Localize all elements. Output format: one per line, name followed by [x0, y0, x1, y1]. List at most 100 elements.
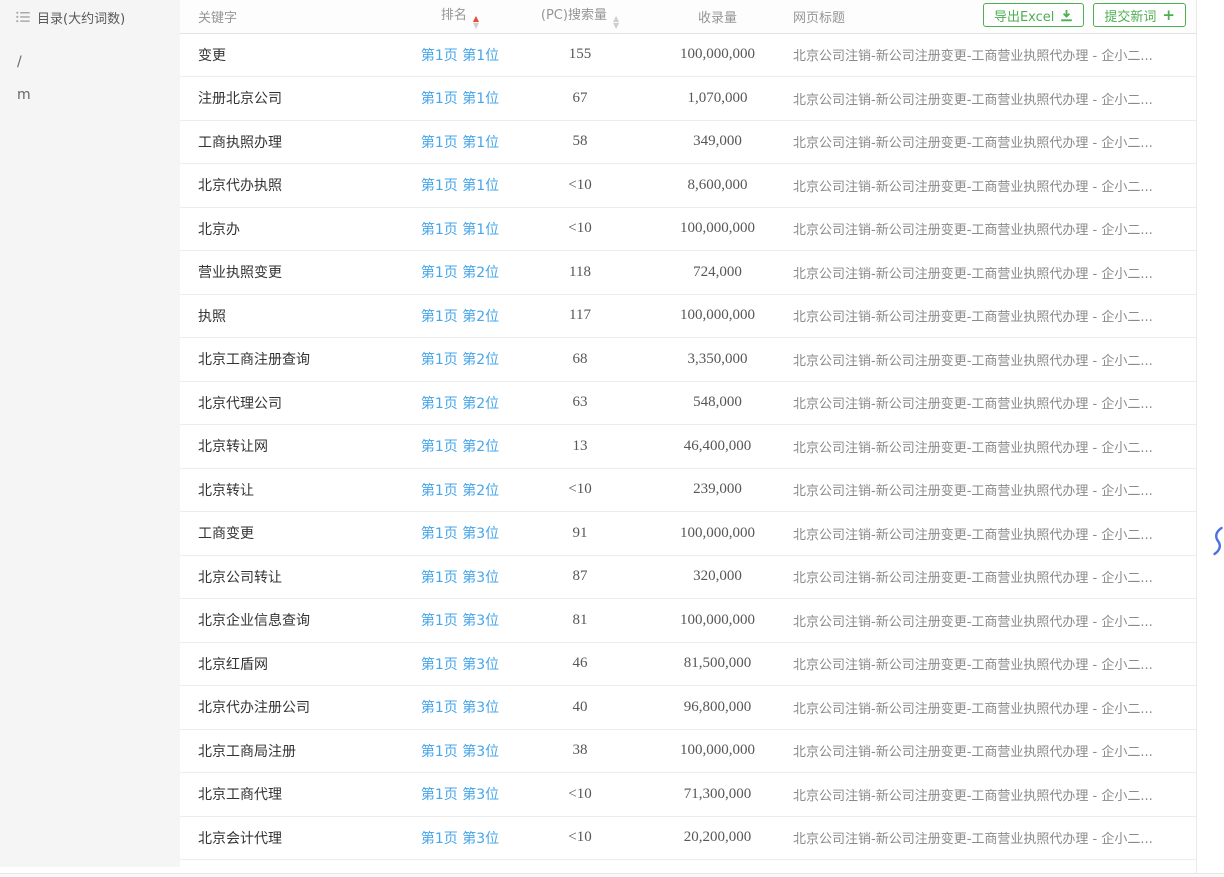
index-count-cell: 100,000,000	[655, 512, 780, 556]
page-title-cell: 北京公司注销-新公司注册变更-工商营业执照代办理 - 企小二...	[780, 251, 1196, 295]
table-row: 工商执照办理 第1页 第1位 58 349,000 北京公司注销-新公司注册变更…	[180, 120, 1196, 164]
table-row: 北京工商局注册 第1页 第3位 38 100,000,000 北京公司注销-新公…	[180, 729, 1196, 773]
search-volume-cell: 68	[505, 338, 655, 382]
keyword-cell: 北京工商注册查询	[180, 338, 415, 382]
page-title-cell: 北京公司注销-新公司注册变更-工商营业执照代办理 - 企小二...	[780, 77, 1196, 121]
keyword-cell: 北京办	[180, 207, 415, 251]
index-count-cell: 724,000	[655, 251, 780, 295]
rank-link[interactable]: 第1页 第2位	[421, 439, 499, 455]
table-row: 北京代办注册公司 第1页 第3位 40 96,800,000 北京公司注销-新公…	[180, 686, 1196, 730]
keyword-cell: 北京转让	[180, 468, 415, 512]
page-title-cell: 北京公司注销-新公司注册变更-工商营业执照代办理 - 企小二...	[780, 468, 1196, 512]
index-count-cell: 349,000	[655, 120, 780, 164]
column-header-rank-label: 排名	[441, 8, 467, 23]
rank-link[interactable]: 第1页 第2位	[421, 483, 499, 499]
index-count-cell: 81,500,000	[655, 642, 780, 686]
page-title-cell: 北京公司注销-新公司注册变更-工商营业执照代办理 - 企小二...	[780, 164, 1196, 208]
rank-link[interactable]: 第1页 第2位	[421, 396, 499, 412]
page-title-cell: 北京公司注销-新公司注册变更-工商营业执照代办理 - 企小二...	[780, 381, 1196, 425]
rank-link[interactable]: 第1页 第1位	[421, 178, 499, 194]
side-scroll-handle[interactable]	[1211, 526, 1224, 556]
sidebar-item-root[interactable]: /	[0, 51, 180, 84]
rank-link[interactable]: 第1页 第3位	[421, 613, 499, 629]
rank-cell: 第1页 第1位	[415, 207, 505, 251]
keyword-table: 关键字 排名▲▼ (PC)搜索量▲▼ 收录量 网页标题 变更 第1页 第1位 1…	[180, 0, 1196, 860]
rank-link[interactable]: 第1页 第3位	[421, 526, 499, 542]
page-title-cell: 北京公司注销-新公司注册变更-工商营业执照代办理 - 企小二...	[780, 773, 1196, 817]
keyword-cell: 北京公司转让	[180, 555, 415, 599]
search-volume-cell: <10	[505, 164, 655, 208]
column-header-keyword-label: 关键字	[198, 11, 237, 26]
keyword-cell: 北京转让网	[180, 425, 415, 469]
page-title-cell: 北京公司注销-新公司注册变更-工商营业执照代办理 - 企小二...	[780, 207, 1196, 251]
rank-link[interactable]: 第1页 第3位	[421, 657, 499, 673]
search-volume-cell: 117	[505, 294, 655, 338]
keyword-cell: 北京代办注册公司	[180, 686, 415, 730]
index-count-cell: 20,200,000	[655, 816, 780, 860]
submit-new-words-label: 提交新词	[1104, 6, 1156, 25]
index-count-cell: 1,070,000	[655, 77, 780, 121]
export-excel-button[interactable]: 导出Excel	[983, 3, 1084, 27]
search-volume-cell: <10	[505, 816, 655, 860]
blue-brace-icon	[1211, 526, 1224, 556]
keyword-cell: 执照	[180, 294, 415, 338]
rank-cell: 第1页 第3位	[415, 555, 505, 599]
index-count-cell: 71,300,000	[655, 773, 780, 817]
list-icon	[16, 11, 30, 23]
submit-new-words-button[interactable]: 提交新词 +	[1093, 3, 1186, 27]
page-title-cell: 北京公司注销-新公司注册变更-工商营业执照代办理 - 企小二...	[780, 294, 1196, 338]
rank-link[interactable]: 第1页 第3位	[421, 831, 499, 847]
column-header-rank[interactable]: 排名 ▲▼	[415, 0, 505, 33]
table-row: 北京代办执照 第1页 第1位 <10 8,600,000 北京公司注销-新公司注…	[180, 164, 1196, 208]
column-header-search-volume[interactable]: (PC)搜索量 ▲▼	[505, 0, 655, 33]
rank-cell: 第1页 第3位	[415, 686, 505, 730]
page-title-cell: 北京公司注销-新公司注册变更-工商营业执照代办理 - 企小二...	[780, 599, 1196, 643]
rank-link[interactable]: 第1页 第3位	[421, 570, 499, 586]
rank-link[interactable]: 第1页 第1位	[421, 91, 499, 107]
rank-link[interactable]: 第1页 第3位	[421, 787, 499, 803]
index-count-cell: 239,000	[655, 468, 780, 512]
rank-cell: 第1页 第2位	[415, 468, 505, 512]
rank-cell: 第1页 第1位	[415, 120, 505, 164]
rank-link[interactable]: 第1页 第3位	[421, 744, 499, 760]
table-row: 北京企业信息查询 第1页 第3位 81 100,000,000 北京公司注销-新…	[180, 599, 1196, 643]
sort-down-icon[interactable]: ▼	[473, 22, 479, 29]
sort-down-icon[interactable]: ▼	[613, 22, 619, 29]
rank-sort-control[interactable]: ▲▼	[473, 15, 479, 29]
search-volume-cell: 81	[505, 599, 655, 643]
rank-cell: 第1页 第2位	[415, 294, 505, 338]
rank-link[interactable]: 第1页 第2位	[421, 265, 499, 281]
rank-link[interactable]: 第1页 第2位	[421, 352, 499, 368]
rank-cell: 第1页 第3位	[415, 816, 505, 860]
page-title-cell: 北京公司注销-新公司注册变更-工商营业执照代办理 - 企小二...	[780, 642, 1196, 686]
page-title-cell: 北京公司注销-新公司注册变更-工商营业执照代办理 - 企小二...	[780, 686, 1196, 730]
download-icon	[1060, 9, 1073, 22]
keyword-cell: 北京工商局注册	[180, 729, 415, 773]
column-header-search-volume-label: (PC)搜索量	[541, 8, 607, 23]
rank-cell: 第1页 第3位	[415, 599, 505, 643]
keyword-cell: 北京企业信息查询	[180, 599, 415, 643]
table-row: 北京转让网 第1页 第2位 13 46,400,000 北京公司注销-新公司注册…	[180, 425, 1196, 469]
search-volume-cell: 91	[505, 512, 655, 556]
search-volume-cell: 63	[505, 381, 655, 425]
index-count-cell: 100,000,000	[655, 729, 780, 773]
rank-link[interactable]: 第1页 第2位	[421, 309, 499, 325]
table-row: 北京转让 第1页 第2位 <10 239,000 北京公司注销-新公司注册变更-…	[180, 468, 1196, 512]
rank-link[interactable]: 第1页 第1位	[421, 48, 499, 64]
main-panel: 关键字 排名▲▼ (PC)搜索量▲▼ 收录量 网页标题 变更 第1页 第1位 1…	[180, 0, 1197, 873]
index-count-cell: 8,600,000	[655, 164, 780, 208]
rank-link[interactable]: 第1页 第1位	[421, 222, 499, 238]
sidebar: 目录(大约词数) / m	[0, 0, 180, 867]
export-excel-label: 导出Excel	[994, 6, 1054, 25]
table-row: 北京工商代理 第1页 第3位 <10 71,300,000 北京公司注销-新公司…	[180, 773, 1196, 817]
sidebar-item-m[interactable]: m	[0, 84, 180, 117]
rank-link[interactable]: 第1页 第3位	[421, 700, 499, 716]
toolbar: 导出Excel 提交新词 +	[983, 3, 1186, 27]
search-volume-cell: 40	[505, 686, 655, 730]
rank-link[interactable]: 第1页 第1位	[421, 135, 499, 151]
index-count-cell: 100,000,000	[655, 294, 780, 338]
search-volume-cell: 118	[505, 251, 655, 295]
rank-cell: 第1页 第2位	[415, 425, 505, 469]
search-volume-sort-control[interactable]: ▲▼	[613, 15, 619, 29]
search-volume-cell: 155	[505, 33, 655, 77]
